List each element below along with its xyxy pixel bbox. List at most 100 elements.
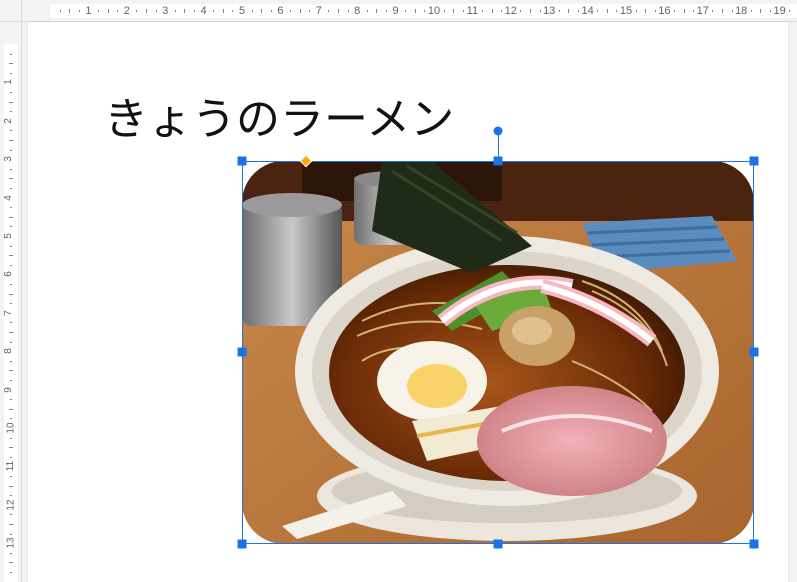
resize-handle-bottom-left[interactable] [237,539,247,549]
ruler-number: 15 [619,5,633,17]
ruler-tick [155,10,157,12]
ruler-tick [299,9,301,13]
ruler-tick [10,399,12,401]
ruler-tick [10,418,12,420]
ruler-number: 5 [2,233,14,239]
ruler-tick [10,226,12,228]
ruler-tick [9,524,13,525]
ruler-number: 12 [5,499,17,511]
ruler-number: 8 [2,348,14,354]
ruler-tick [568,9,570,13]
ruler-tick [9,255,13,257]
ruler-tick [750,10,752,12]
ruler-number: 16 [658,5,671,17]
ruler-tick [453,9,455,13]
ruler-tick [10,245,12,247]
ruler-tick [136,10,138,12]
ruler-tick [501,10,503,12]
ruler-tick [107,9,109,13]
resize-handle-bottom-right[interactable] [749,539,759,549]
ruler-tick [290,10,291,12]
ruler-number: 8 [354,5,361,17]
ruler-tick [10,92,12,93]
ruler-tick [635,10,637,12]
ruler-tick [309,10,311,12]
ruler-tick [616,10,618,12]
ruler-tick [578,10,579,12]
ruler-tick [9,63,13,65]
ruler-tick [251,10,253,12]
ruler-tick [539,10,541,12]
ruler-number: 10 [427,5,441,17]
ruler-tick [194,10,195,12]
ruler-number: 10 [5,422,17,434]
ruler-tick [693,10,695,12]
horizontal-ruler[interactable]: 1 2 3 4 5 6 7 8 9 10 11 12 13 14 15 16 17 18 19 [22,0,797,22]
ruler-tick [482,10,483,12]
ruler-tick [9,447,13,449]
resize-handle-left[interactable] [237,347,247,357]
ruler-number: 17 [696,5,709,17]
ruler-number: 5 [238,5,246,17]
ruler-tick [10,360,12,362]
ruler-number: 3 [162,5,169,17]
ruler-tick [558,10,560,12]
ruler-tick [59,10,61,12]
ruler-tick [10,264,12,266]
ruler-number: 13 [543,5,556,17]
ruler-tick [69,9,71,13]
ruler-tick [683,9,685,13]
ruler-number: 3 [2,156,14,162]
ruler-tick [117,10,119,12]
ruler-tick [606,9,608,13]
document-title[interactable]: きょうのラーメン [104,92,454,148]
ruler-tick [328,10,330,12]
resize-handle-top-right[interactable] [749,156,759,166]
ruler-tick [10,552,12,554]
ruler-tick [9,332,13,333]
ruler-tick [10,322,12,324]
ruler-tick [760,9,762,13]
ruler-number: 1 [85,5,92,17]
ruler-tick [10,284,12,285]
ruler-tick [789,10,791,12]
ruler-tick [597,10,599,12]
ruler-number: 11 [466,5,479,17]
resize-handle-top-left[interactable] [237,156,247,166]
resize-handle-bottom[interactable] [493,539,503,549]
ruler-tick [9,140,13,141]
ruler-tick [261,9,263,13]
ruler-tick [414,9,416,13]
ruler-tick [10,437,12,439]
ruler-tick [645,9,647,13]
ruler-tick [9,178,13,180]
ruler-tick [9,370,13,372]
ruler-tick [10,53,12,55]
ruler-corner [0,0,22,22]
ruler-tick [654,10,656,12]
ruler-number: 4 [2,194,14,201]
ruler-tick [78,10,80,12]
ruler-tick [712,10,714,12]
ruler-tick [10,111,12,113]
vertical-ruler[interactable]: 1 2 3 4 5 6 7 8 9 10 11 12 13 [0,22,22,582]
ruler-tick [146,9,147,13]
ruler-tick [722,9,723,13]
ruler-tick [491,9,493,13]
ruler-tick [9,408,13,410]
resize-handle-right[interactable] [749,347,759,357]
ruler-number: 1 [2,79,14,86]
ruler-number: 7 [2,310,14,316]
ruler-number: 13 [5,537,17,549]
ruler-tick [530,9,531,13]
rotate-handle[interactable] [493,126,503,136]
resize-handle-top[interactable] [493,156,503,166]
ruler-tick [10,533,12,535]
ruler-number: 4 [200,5,207,17]
ruler-tick [386,10,387,12]
ruler-tick [10,572,12,573]
ruler-tick [770,10,771,12]
ruler-number: 2 [2,118,14,124]
ruler-number: 6 [2,271,14,278]
ruler-tick [462,10,464,12]
